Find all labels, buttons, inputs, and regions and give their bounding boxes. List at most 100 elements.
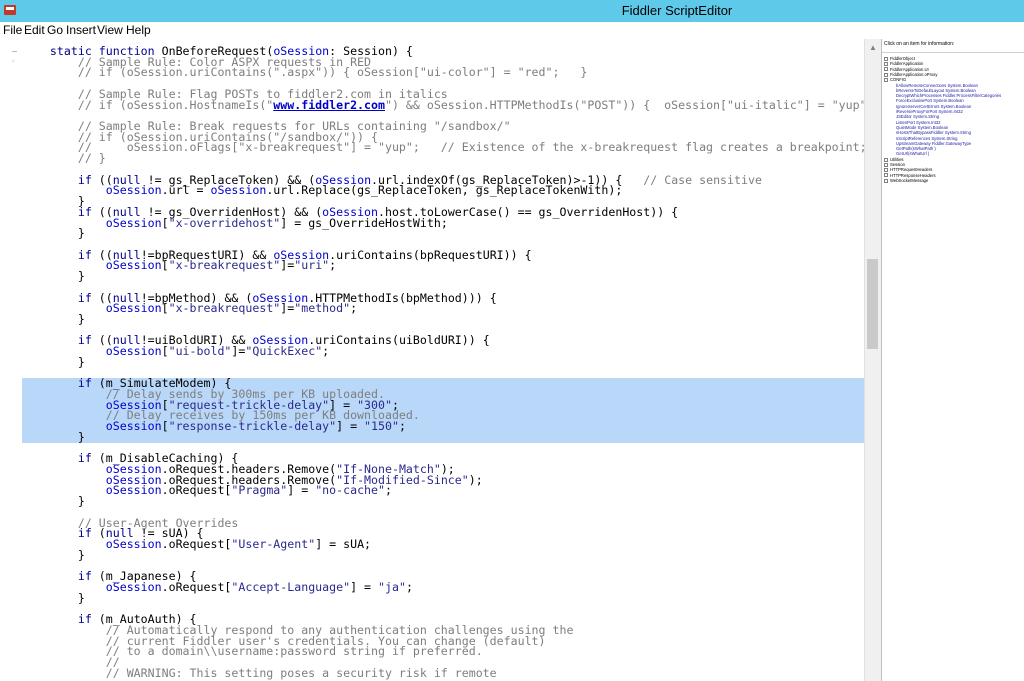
class-member-item[interactable]: GetPath(sWhatPath ) <box>896 146 936 151</box>
code-line[interactable]: // } <box>22 152 864 164</box>
class-node-item[interactable]: HTTPResponseHeaders <box>884 173 936 178</box>
scroll-thumb[interactable] <box>867 259 878 349</box>
expand-icon[interactable] <box>884 67 888 72</box>
class-view-panel: Click on an item for information: Fiddle… <box>881 39 1024 681</box>
code-line[interactable]: } <box>22 356 864 368</box>
class-member-item[interactable]: ForceExclusivePort System.Boolean <box>896 98 964 103</box>
tree-item-label: IgnoreServerCertErrors System.Boolean <box>896 103 972 109</box>
script-code[interactable]: static function OnBeforeRequest(oSession… <box>22 45 864 679</box>
tree-item-label: sScriptReferences System.String <box>896 135 958 141</box>
code-line[interactable]: oSession["x-overridehost"] = gs_Override… <box>22 217 864 229</box>
class-member-item[interactable]: JSEditor System.String <box>896 114 939 119</box>
tree-item-label: ForceExclusivePort System.Boolean <box>896 98 964 104</box>
title-bar: Fiddler ScriptEditor <box>0 0 1024 22</box>
code-line[interactable]: // oSession.oFlags["x-breakrequest"] = "… <box>22 142 864 154</box>
fold-collapse-icon[interactable]: − <box>11 47 18 56</box>
code-line[interactable]: // if (oSession.uriContains(".aspx")) { … <box>22 67 864 79</box>
code-line[interactable]: oSession["ui-bold"]="QuickExec"; <box>22 345 864 357</box>
class-node-item[interactable]: Session <box>884 162 905 167</box>
vertical-scrollbar[interactable]: ▲ <box>864 39 881 681</box>
collapse-icon[interactable] <box>884 78 888 83</box>
menu-view[interactable]: View <box>97 23 123 37</box>
expand-icon[interactable] <box>884 162 888 167</box>
class-node-item[interactable]: HTTPRequestHeaders <box>884 167 932 172</box>
tree-item-label: ListenPort System.Int32 <box>896 119 941 125</box>
scroll-up-icon[interactable]: ▲ <box>869 43 877 52</box>
class-node-item[interactable]: FiddlerApplication.UI <box>884 67 929 72</box>
code-line[interactable]: } <box>22 549 864 561</box>
class-member-item[interactable]: DecryptWhichProcesses Fiddler.ProcessFil… <box>896 93 1001 98</box>
class-member-item[interactable]: GetUrl(sWhatUrl ) <box>896 151 929 156</box>
menu-help[interactable]: Help <box>126 23 151 37</box>
menu-edit[interactable]: Edit <box>24 23 45 37</box>
menu-go[interactable]: Go <box>47 23 63 37</box>
tree-item-label: bAllowRemoteConnections System.Boolean <box>896 82 978 88</box>
fold-line-icon: ◦ <box>11 57 16 66</box>
class-member-item[interactable]: bAllowRemoteConnections System.Boolean <box>896 83 978 88</box>
class-view-header: Click on an item for information: <box>882 39 1024 53</box>
window-title: Fiddler ScriptEditor <box>621 3 733 18</box>
tree-item-label: bReverseToDefaultLayout System.Boolean <box>896 87 976 93</box>
tree-item-label: JSEditor System.String <box>896 114 940 120</box>
tree-item-label: WebSocketMessage <box>890 177 929 183</box>
code-line[interactable]: } <box>22 592 864 604</box>
code-line[interactable]: oSession["x-breakrequest"]="method"; <box>22 302 864 314</box>
class-node-item[interactable]: FiddlerApplication.oProxy <box>884 72 937 77</box>
tree-item-label: Session <box>890 162 905 167</box>
code-line[interactable]: } <box>22 313 864 325</box>
expand-icon[interactable] <box>884 157 888 162</box>
class-node-item[interactable]: Utilities <box>884 157 904 162</box>
tree-item-label: UpstreamGateway Fiddler.GatewayType <box>896 140 972 146</box>
tree-item-label: QuietMode System.Boolean <box>896 124 949 130</box>
code-line[interactable]: oSession.oRequest["Accept-Language"] = "… <box>22 581 864 593</box>
code-line[interactable]: // WARNING: This setting poses a securit… <box>22 667 864 679</box>
class-member-item[interactable]: iReverseProxyForPort System.Int32 <box>896 109 963 114</box>
code-line[interactable]: } <box>22 228 864 239</box>
class-node-item[interactable]: CONFIG <box>884 77 906 82</box>
class-node-item[interactable]: FiddlerApplication <box>884 61 923 66</box>
class-node-item[interactable]: FiddlerObject <box>884 56 915 61</box>
code-line[interactable]: oSession.oRequest["User-Agent"] = sUA; <box>22 538 864 550</box>
tree-item-label: GetUrl(sWhatUrl ) <box>896 151 930 157</box>
tree-item-label: HTTPResponseHeaders <box>890 172 936 178</box>
code-line[interactable]: } <box>22 270 864 282</box>
tree-item-label: FiddlerApplication <box>890 61 924 67</box>
tree-item-label: FiddlerApplication.UI <box>890 66 929 72</box>
tree-item-label: HTTPRequestHeaders <box>890 167 933 173</box>
class-member-item[interactable]: UpstreamGateway Fiddler.GatewayType <box>896 141 971 146</box>
tree-item-label: FiddlerApplication.oProxy <box>890 71 938 77</box>
class-member-item[interactable]: sHostsThatBypassFiddler System.String <box>896 130 971 135</box>
class-member-item[interactable]: QuietMode System.Boolean <box>896 125 948 130</box>
class-member-item[interactable]: sScriptReferences System.String <box>896 136 957 141</box>
tree-item-label: sHostsThatBypassFiddler System.String <box>896 130 971 136</box>
code-line[interactable]: // to a domain\\username:password string… <box>22 645 864 657</box>
tree-item-label: GetPath(sWhatPath ) <box>896 146 936 152</box>
expand-icon[interactable] <box>884 56 888 61</box>
class-member-item[interactable]: IgnoreServerCertErrors System.Boolean <box>896 104 971 109</box>
code-line[interactable]: oSession.oRequest["Pragma"] = "no-cache"… <box>22 485 864 497</box>
expand-icon[interactable] <box>884 173 888 178</box>
expand-icon[interactable] <box>884 178 888 183</box>
menu-file[interactable]: File <box>3 23 22 37</box>
code-line[interactable]: } <box>22 496 864 507</box>
class-member-item[interactable]: ListenPort System.Int32 <box>896 120 940 125</box>
tree-item-label: iReverseProxyForPort System.Int32 <box>896 109 963 114</box>
expand-icon[interactable] <box>884 62 888 67</box>
code-line[interactable]: oSession["response-trickle-delay"] = "15… <box>22 420 864 432</box>
expand-icon[interactable] <box>884 168 888 173</box>
code-editor[interactable]: − ◦ static function OnBeforeRequest(oSes… <box>0 39 864 681</box>
code-line[interactable]: oSession.url = oSession.url.Replace(gs_R… <box>22 185 864 197</box>
code-line[interactable]: oSession["x-breakrequest"]="uri"; <box>22 260 864 272</box>
menu-bar: File Edit Go Insert View Help <box>0 22 1024 39</box>
class-member-item[interactable]: bReverseToDefaultLayout System.Boolean <box>896 88 976 93</box>
class-node-item[interactable]: WebSocketMessage <box>884 178 928 183</box>
tree-item-label: CONFIG <box>890 77 907 83</box>
code-line[interactable]: // if (oSession.HostnameIs("www.fiddler2… <box>22 99 864 111</box>
menu-insert[interactable]: Insert <box>66 23 96 37</box>
editor-gutter: − ◦ <box>0 39 22 681</box>
expand-icon[interactable] <box>884 72 888 77</box>
tree-item-label: FiddlerObject <box>890 56 915 61</box>
tree-item-label: DecryptWhichProcesses Fiddler.ProcessFil… <box>896 93 1002 99</box>
tree-item-label: Utilities <box>890 156 904 162</box>
code-line[interactable]: } <box>22 431 864 443</box>
